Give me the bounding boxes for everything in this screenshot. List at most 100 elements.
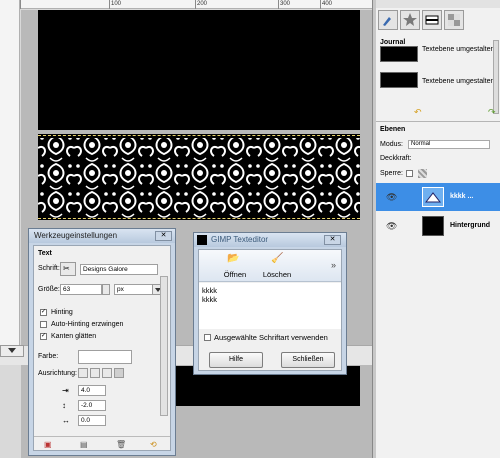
damask-pattern-graphic: [38, 138, 360, 218]
ruler-tick: 100: [109, 0, 122, 9]
justify-center-button[interactable]: [102, 368, 112, 378]
autohinting-checkbox[interactable]: [40, 321, 47, 328]
antialias-checkbox[interactable]: ✓: [40, 333, 47, 340]
justify-right-button[interactable]: [90, 368, 100, 378]
close-button[interactable]: ✕: [155, 231, 172, 241]
journal-scrollbar[interactable]: [493, 40, 499, 114]
clear-label: Löschen: [262, 270, 292, 279]
lock-label: Sperre:: [380, 170, 403, 177]
mode-label: Modus:: [380, 141, 403, 148]
layer-name: Hintergrund: [450, 222, 491, 229]
font-input[interactable]: Designs Galore: [80, 264, 158, 275]
journal-item[interactable]: Textebene umgestalten: [380, 44, 495, 68]
dialog-titlebar[interactable]: Werkzeugeinstellungen ✕: [29, 229, 175, 243]
undo-history-tab[interactable]: [422, 10, 442, 30]
text-icon: [424, 192, 442, 203]
device-status-tab[interactable]: [400, 10, 420, 30]
justify-fill-button[interactable]: [114, 368, 124, 378]
eye-icon[interactable]: 👁: [386, 192, 397, 203]
right-dock: Journal Textebene umgestalten Textebene …: [376, 0, 500, 458]
close-button[interactable]: ✕: [324, 235, 341, 245]
ruler-tick: 400: [320, 0, 333, 9]
dialog-title: Werkzeugeinstellungen: [34, 231, 118, 240]
ruler-tick: 300: [278, 0, 291, 9]
indent-icon: ⇥: [62, 386, 69, 395]
autohinting-label: Auto-Hinting erzwingen: [51, 321, 124, 328]
ruler-tick: [20, 0, 22, 9]
clear-button[interactable]: 🧹 Löschen: [257, 252, 297, 280]
hinting-label: Hinting: [51, 309, 73, 316]
journal-item-selected[interactable]: Textebene umgestalten: [380, 70, 495, 94]
lock-pixels-checkbox[interactable]: [406, 170, 413, 177]
help-button[interactable]: Hilfe: [209, 352, 263, 368]
delete-icon[interactable]: 🗑: [116, 440, 126, 449]
gimp-icon: [197, 235, 207, 245]
letter-spacing-input[interactable]: 0.0: [78, 415, 106, 426]
font-label: Schrift:: [38, 265, 60, 272]
journal-item-label: Textebene umgestalten: [422, 46, 495, 53]
tool-options-tab[interactable]: [378, 10, 398, 30]
journal-thumbnail: [380, 72, 418, 88]
unit-select[interactable]: px: [114, 284, 154, 295]
ruler-tick: 200: [195, 0, 208, 9]
justify-label: Ausrichtung:: [38, 370, 77, 377]
hinting-checkbox[interactable]: ✓: [40, 309, 47, 316]
use-font-checkbox[interactable]: [204, 334, 211, 341]
letter-spacing-icon: ↔: [62, 416, 70, 425]
text-editor-dialog: GIMP Texteditor ✕ 📂 Öffnen 🧹 Löschen » k…: [193, 232, 347, 375]
open-button[interactable]: 📂 Öffnen: [215, 252, 255, 280]
redo-icon[interactable]: ↷: [488, 107, 496, 118]
navigation-button[interactable]: [0, 345, 24, 357]
layer-row[interactable]: 👁 Hintergrund: [376, 212, 500, 240]
text-line: kkkk: [202, 295, 217, 304]
dialog-titlebar[interactable]: GIMP Texteditor ✕: [194, 233, 346, 247]
justify-left-button[interactable]: [78, 368, 88, 378]
text-line: kkkk: [202, 286, 217, 295]
chevron-down-icon: [8, 348, 16, 353]
reset-icon[interactable]: ⟲: [150, 440, 157, 449]
use-font-label: Ausgewählte Schriftart verwenden: [214, 333, 328, 342]
tool-options-dialog: Werkzeugeinstellungen ✕ Text Schrift: ✂ …: [28, 228, 176, 456]
checker-icon: [448, 14, 460, 26]
image-canvas[interactable]: [38, 10, 360, 130]
tool-options-body: Text Schrift: ✂ Designs Galore Größe: 63…: [33, 245, 171, 451]
layer-name: kkkk ...: [450, 193, 474, 200]
divider: [376, 121, 500, 122]
save-icon[interactable]: ▣: [44, 440, 52, 449]
size-input[interactable]: 63: [60, 284, 102, 295]
layers-title: Ebenen: [380, 126, 406, 133]
selection-marquee: [38, 135, 360, 136]
undo-icon[interactable]: ↶: [414, 107, 422, 118]
star-icon: [403, 13, 417, 26]
restore-icon[interactable]: ▤: [80, 440, 88, 449]
color-button[interactable]: [78, 350, 132, 364]
section-title: Text: [38, 250, 52, 257]
brush-icon: [383, 17, 391, 26]
layer-row-selected[interactable]: 👁 kkkk ...: [376, 183, 500, 211]
options-scrollbar[interactable]: [160, 276, 168, 416]
text-area[interactable]: kkkk kkkk: [199, 283, 341, 329]
text-editor-body: 📂 Öffnen 🧹 Löschen » kkkk kkkk Ausgewähl…: [198, 249, 342, 371]
eye-icon[interactable]: 👁: [386, 221, 397, 232]
mode-select[interactable]: Normal: [408, 140, 490, 149]
damask-text-layer[interactable]: [38, 134, 360, 220]
pattern-tab[interactable]: [444, 10, 464, 30]
indent-input[interactable]: 4.0: [78, 385, 106, 396]
line-spacing-icon: ↕: [62, 401, 66, 410]
journal-thumbnail: [380, 46, 418, 62]
scissors-icon: ✂: [63, 264, 70, 273]
layers-icon: [425, 15, 439, 25]
folder-icon: 📂: [227, 253, 240, 264]
font-picker-button[interactable]: ✂: [60, 262, 76, 276]
more-button[interactable]: »: [331, 260, 336, 270]
size-spinner[interactable]: [102, 284, 110, 295]
journal-item-label: Textebene umgestalten: [422, 78, 495, 85]
size-label: Größe:: [38, 286, 60, 293]
close-dialog-button[interactable]: Schließen: [281, 352, 335, 368]
vertical-ruler: [0, 0, 20, 345]
horizontal-ruler: 100 200 300 400: [20, 0, 372, 9]
antialias-label: Kanten glätten: [51, 333, 97, 340]
line-spacing-input[interactable]: -2.0: [78, 400, 106, 411]
editor-toolbar: 📂 Öffnen 🧹 Löschen »: [199, 250, 341, 282]
background-layer-thumbnail: [422, 216, 444, 236]
